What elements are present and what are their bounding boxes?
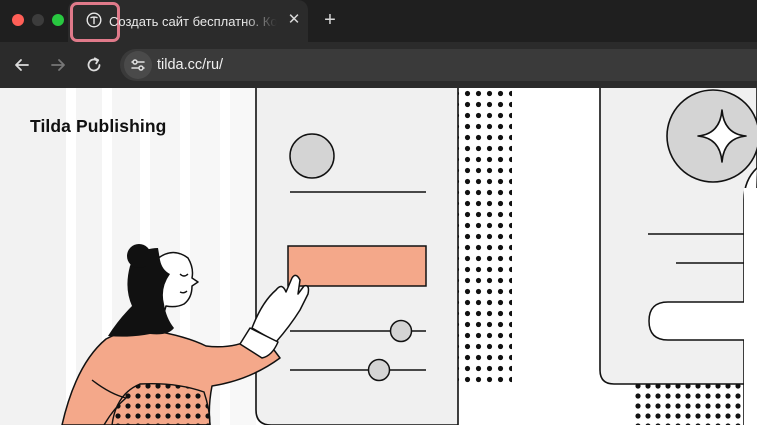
minimize-window-button[interactable] [32, 14, 44, 26]
tab-title[interactable]: Создать сайт бесплатно. Ко [109, 13, 277, 31]
new-tab-button[interactable]: + [320, 9, 340, 31]
maximize-window-button[interactable] [52, 14, 64, 26]
back-icon[interactable] [11, 54, 33, 76]
brand-logo[interactable]: Tilda Publishing [30, 116, 166, 137]
forward-icon[interactable] [47, 54, 69, 76]
close-window-button[interactable] [12, 14, 24, 26]
close-tab-icon[interactable]: ✕ [287, 11, 301, 29]
web-page: Tilda Publishing [0, 88, 757, 425]
reload-icon[interactable] [83, 54, 105, 76]
url-text[interactable]: tilda.cc/ru/ [157, 55, 223, 75]
hero-illustration [0, 88, 757, 425]
site-info-icon [131, 59, 145, 71]
